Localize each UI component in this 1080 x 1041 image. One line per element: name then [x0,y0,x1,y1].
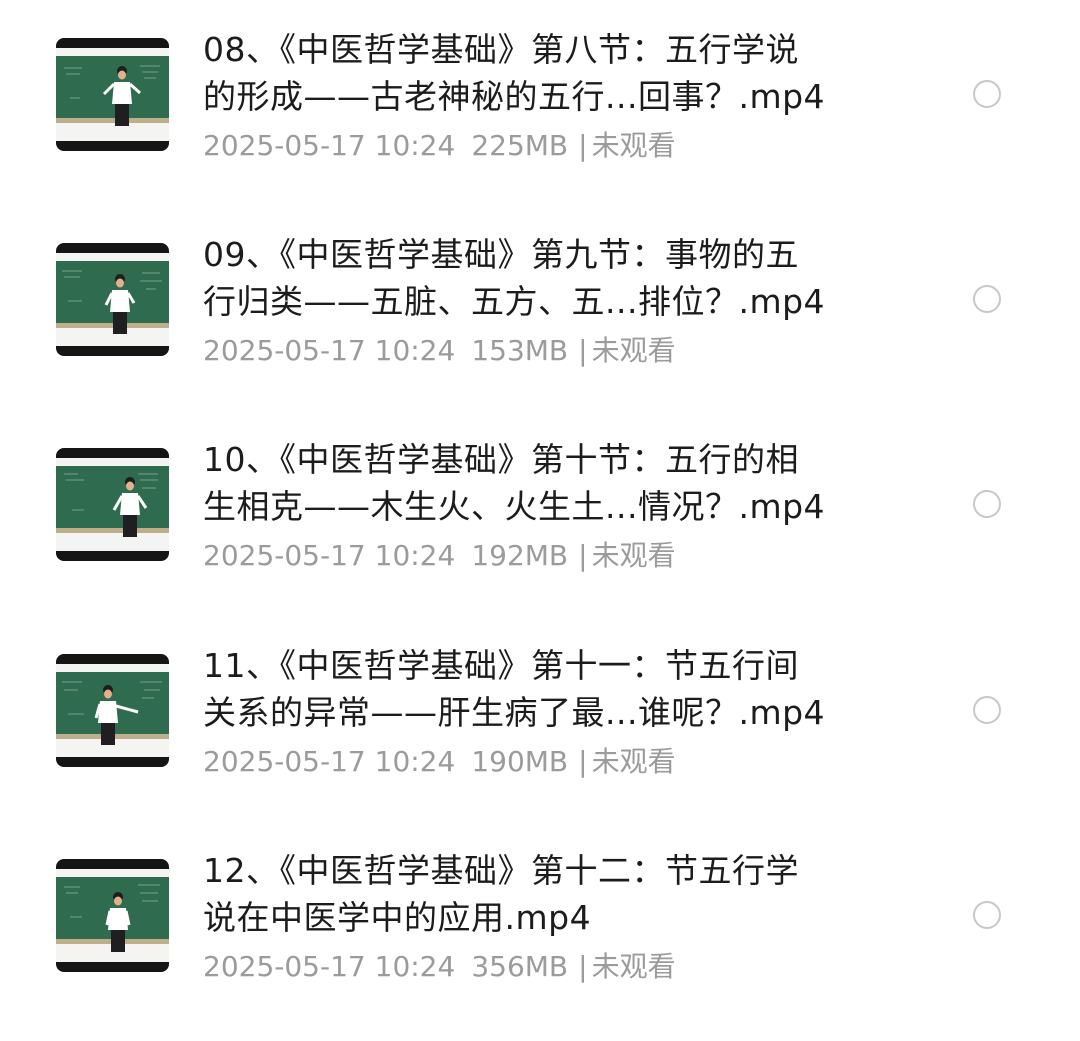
file-date: 2025-05-17 10:24 [203,745,456,778]
watch-status: 未观看 [591,334,676,367]
file-meta: 2025-05-17 10:24 153MB | 未观看 [203,331,676,371]
meta-separator: | [578,539,588,572]
file-row[interactable]: 08、《中医哲学基础》第八节：五行学说 的形成——古老神秘的五行...回事？.m… [0,30,1080,198]
watch-status: 未观看 [591,950,676,983]
watch-status: 未观看 [591,539,676,572]
file-row[interactable]: 09、《中医哲学基础》第九节：事物的五 行归类——五脏、五方、五...排位？.m… [0,235,1080,403]
meta-separator: | [578,129,588,162]
lecture-thumbnail-image [56,448,169,561]
meta-separator: | [578,334,588,367]
file-title-line-1: 09、《中医哲学基础》第九节：事物的五 [203,235,799,274]
file-title-line-2: 关系的异常——肝生病了最...谁呢？.mp4 [203,693,826,732]
video-thumbnail[interactable] [56,38,169,151]
file-title[interactable]: 11、《中医哲学基础》第十一：节五行间 关系的异常——肝生病了最...谁呢？.m… [203,642,883,736]
select-radio-button[interactable] [973,901,1001,929]
select-radio-button[interactable] [973,696,1001,724]
watch-status: 未观看 [591,129,676,162]
file-title-line-2: 说在中医学中的应用.mp4 [203,898,592,937]
file-title-line-1: 10、《中医哲学基础》第十节：五行的相 [203,440,799,479]
file-row[interactable]: 11、《中医哲学基础》第十一：节五行间 关系的异常——肝生病了最...谁呢？.m… [0,646,1080,814]
lecture-thumbnail-image [56,654,169,767]
file-row[interactable]: 12、《中医哲学基础》第十二：节五行学 说在中医学中的应用.mp4 2025-0… [0,851,1080,1019]
file-title[interactable]: 12、《中医哲学基础》第十二：节五行学 说在中医学中的应用.mp4 [203,847,883,941]
video-thumbnail[interactable] [56,243,169,356]
file-title-line-2: 行归类——五脏、五方、五...排位？.mp4 [203,282,826,321]
lecture-thumbnail-image [56,38,169,151]
file-date: 2025-05-17 10:24 [203,950,456,983]
file-size: 356MB [471,950,569,983]
file-date: 2025-05-17 10:24 [203,539,456,572]
file-row[interactable]: 10、《中医哲学基础》第十节：五行的相 生相克——木生火、火生土...情况？.m… [0,440,1080,608]
file-title[interactable]: 08、《中医哲学基础》第八节：五行学说 的形成——古老神秘的五行...回事？.m… [203,26,883,120]
file-meta: 2025-05-17 10:24 356MB | 未观看 [203,947,676,987]
video-file-list: 08、《中医哲学基础》第八节：五行学说 的形成——古老神秘的五行...回事？.m… [0,0,1080,1041]
lecture-thumbnail-image [56,243,169,356]
file-size: 190MB [471,745,569,778]
video-thumbnail[interactable] [56,448,169,561]
video-thumbnail[interactable] [56,859,169,972]
lecture-thumbnail-image [56,859,169,972]
file-title-line-1: 08、《中医哲学基础》第八节：五行学说 [203,30,799,69]
select-radio-button[interactable] [973,285,1001,313]
select-radio-button[interactable] [973,80,1001,108]
file-size: 192MB [471,539,569,572]
file-date: 2025-05-17 10:24 [203,334,456,367]
select-radio-button[interactable] [973,490,1001,518]
file-title-line-2: 生相克——木生火、火生土...情况？.mp4 [203,487,826,526]
video-thumbnail[interactable] [56,654,169,767]
meta-separator: | [578,745,588,778]
file-title-line-1: 12、《中医哲学基础》第十二：节五行学 [203,851,799,890]
watch-status: 未观看 [591,745,676,778]
file-title-line-2: 的形成——古老神秘的五行...回事？.mp4 [203,77,826,116]
file-date: 2025-05-17 10:24 [203,129,456,162]
file-size: 225MB [471,129,569,162]
file-meta: 2025-05-17 10:24 192MB | 未观看 [203,536,676,576]
file-meta: 2025-05-17 10:24 190MB | 未观看 [203,742,676,782]
file-title[interactable]: 09、《中医哲学基础》第九节：事物的五 行归类——五脏、五方、五...排位？.m… [203,231,883,325]
file-size: 153MB [471,334,569,367]
file-title[interactable]: 10、《中医哲学基础》第十节：五行的相 生相克——木生火、火生土...情况？.m… [203,436,883,530]
meta-separator: | [578,950,588,983]
file-title-line-1: 11、《中医哲学基础》第十一：节五行间 [203,646,799,685]
file-meta: 2025-05-17 10:24 225MB | 未观看 [203,126,676,166]
